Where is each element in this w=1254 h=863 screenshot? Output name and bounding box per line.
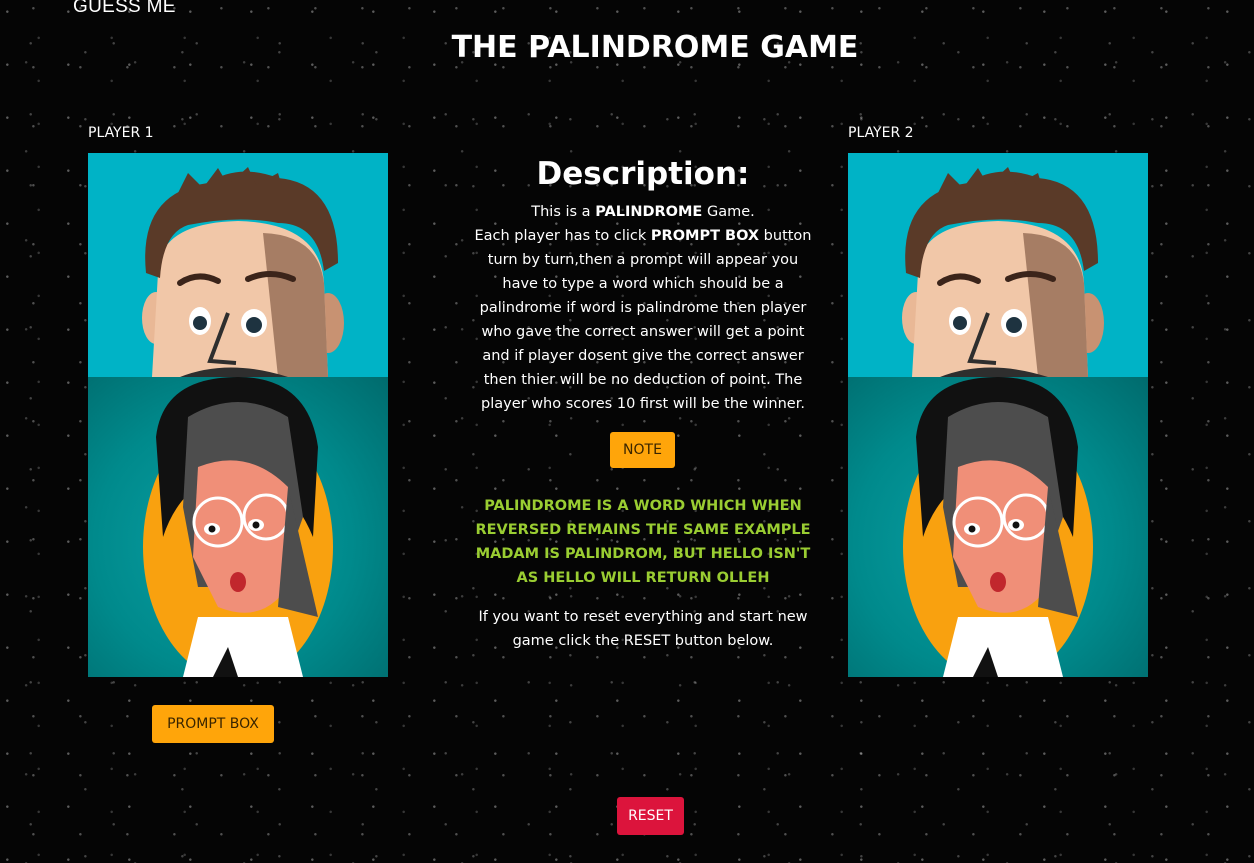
- prompt-box-button[interactable]: PROMPT BOX: [152, 705, 274, 743]
- female-avatar-image: [848, 377, 1148, 677]
- player-2-label: PLAYER 2: [848, 125, 914, 141]
- guess-me-label: GUESS ME: [73, 0, 176, 17]
- page-title: THE PALINDROME GAME: [451, 30, 859, 65]
- male-avatar-image: [88, 153, 388, 377]
- description-line2-bold: PROMPT BOX: [650, 228, 760, 244]
- description-line2-pre: Each player has to click: [474, 228, 651, 244]
- description-line2-post: button turn by turn,then a prompt will a…: [479, 228, 812, 412]
- note-button[interactable]: NOTE: [610, 432, 675, 468]
- reset-button[interactable]: RESET: [617, 797, 684, 835]
- description-line1-bold: PALINDROME: [595, 204, 703, 220]
- player-1-avatar-panel: [88, 153, 388, 677]
- description-line1-post: Game.: [702, 204, 755, 220]
- description-text: This is a PALINDROME Game. Each player h…: [468, 200, 818, 416]
- note-text: PALINDROME IS A WORD WHICH WHEN REVERSED…: [475, 498, 811, 586]
- player-2-avatar-panel: [848, 153, 1148, 677]
- description-title: Description:: [536, 156, 750, 192]
- male-avatar-image: [848, 153, 1148, 377]
- reset-info-text: If you want to reset everything and star…: [478, 609, 808, 649]
- player-1-label: PLAYER 1: [88, 125, 154, 141]
- description-line1-pre: This is a: [531, 204, 596, 220]
- female-avatar-image: [88, 377, 388, 677]
